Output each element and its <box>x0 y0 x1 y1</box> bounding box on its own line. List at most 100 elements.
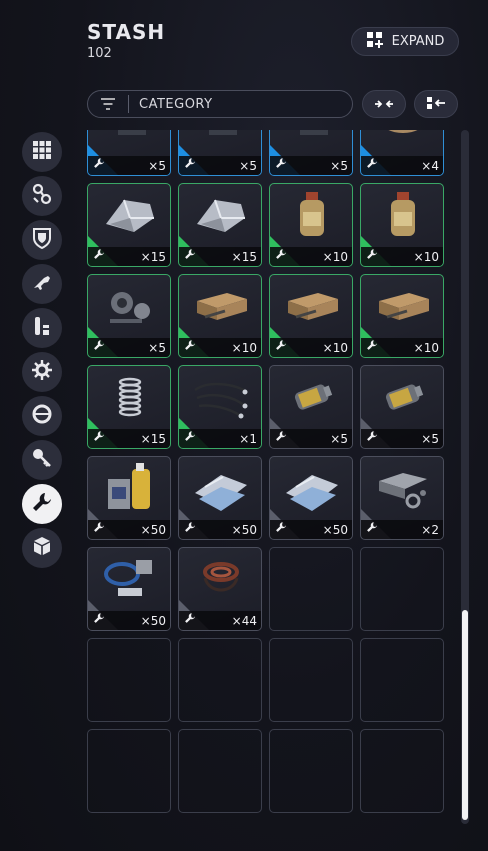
category-sidebar <box>22 132 62 572</box>
chemical-jar-icon <box>373 190 433 242</box>
chemical-jar-icon <box>282 190 342 242</box>
stash-item-slot[interactable]: ×10 <box>269 274 353 358</box>
sidebar-item-ammo[interactable] <box>22 308 62 348</box>
stash-item-slot[interactable]: ×5 <box>269 365 353 449</box>
wrench-icon <box>93 154 105 173</box>
item-quantity: ×5 <box>148 159 166 173</box>
item-quantity: ×10 <box>322 341 348 355</box>
stash-item-slot[interactable]: ×50 <box>269 456 353 540</box>
sidebar-item-shields[interactable] <box>22 220 62 260</box>
spring-icon <box>100 372 160 424</box>
wrench-icon <box>184 609 196 628</box>
empty-slot[interactable] <box>269 547 353 631</box>
item-quantity: ×44 <box>231 614 257 628</box>
empty-slot[interactable] <box>269 638 353 722</box>
stash-item-slot[interactable]: ×44 <box>178 547 262 631</box>
wires-icon <box>191 372 251 424</box>
item-quantity: ×5 <box>148 341 166 355</box>
stash-item-slot[interactable]: ×2 <box>360 456 444 540</box>
sort-button[interactable] <box>414 90 458 118</box>
wrench-icon <box>366 245 378 264</box>
sidebar-item-mods[interactable] <box>22 352 62 392</box>
sort-icon <box>426 95 446 114</box>
item-quantity: ×5 <box>330 159 348 173</box>
item-quantity: ×5 <box>421 432 439 446</box>
item-quantity: ×10 <box>231 341 257 355</box>
sidebar-item-all[interactable] <box>22 132 62 172</box>
stash-item-slot[interactable]: ×10 <box>360 274 444 358</box>
scrollbar-thumb[interactable] <box>462 610 468 820</box>
empty-slot[interactable] <box>87 729 171 813</box>
stash-item-slot[interactable]: ×15 <box>87 365 171 449</box>
box-icon <box>31 535 53 561</box>
stash-item-slot[interactable]: ×50 <box>178 456 262 540</box>
item-quantity: ×50 <box>140 614 166 628</box>
stash-item-slot[interactable]: ×5 <box>87 274 171 358</box>
empty-slot[interactable] <box>178 729 262 813</box>
expand-icon <box>366 31 384 53</box>
item-quantity: ×15 <box>140 250 166 264</box>
expand-button[interactable]: EXPAND <box>351 27 459 56</box>
item-quantity: ×50 <box>322 523 348 537</box>
wrench-icon <box>366 336 378 355</box>
wrench-icon <box>93 609 105 628</box>
sidebar-item-quick-use[interactable] <box>22 396 62 436</box>
wrench-icon <box>184 427 196 446</box>
sidebar-item-weapons[interactable] <box>22 264 62 304</box>
wrench-icon <box>275 518 287 537</box>
stash-item-slot[interactable]: ×5 <box>269 130 353 176</box>
gear-icon <box>31 359 53 385</box>
empty-slot[interactable] <box>178 638 262 722</box>
sidebar-item-keys[interactable] <box>22 440 62 480</box>
empty-slot[interactable] <box>87 638 171 722</box>
stash-item-slot[interactable]: ×15 <box>178 183 262 267</box>
stash-item-slot[interactable]: ×1 <box>178 365 262 449</box>
sidebar-item-misc[interactable] <box>22 528 62 568</box>
empty-slot[interactable] <box>360 547 444 631</box>
sidebar-item-materials[interactable] <box>22 484 62 524</box>
device-box-icon <box>373 281 433 333</box>
sidebar-item-augments[interactable] <box>22 176 62 216</box>
stash-item-slot[interactable]: ×5 <box>178 130 262 176</box>
wrench-icon <box>93 518 105 537</box>
collapse-button[interactable] <box>362 90 406 118</box>
mechanical-parts-icon <box>282 130 342 151</box>
fabric-icon <box>282 463 342 515</box>
stash-count: 102 <box>87 46 112 61</box>
device-box-icon <box>282 281 342 333</box>
wrench-icon <box>275 336 287 355</box>
stash-item-slot[interactable]: ×50 <box>87 547 171 631</box>
item-quantity: ×15 <box>231 250 257 264</box>
grid-icon <box>32 140 52 164</box>
category-filter[interactable]: CATEGORY <box>87 90 353 118</box>
stash-item-slot[interactable]: ×10 <box>269 183 353 267</box>
disc-icon <box>373 130 433 151</box>
stash-title: STASH <box>87 20 166 44</box>
empty-slot[interactable] <box>360 638 444 722</box>
wrench-icon <box>366 154 378 173</box>
item-quantity: ×5 <box>330 432 348 446</box>
augment-icon <box>31 183 53 209</box>
stash-item-slot[interactable]: ×5 <box>87 130 171 176</box>
ring-icon <box>31 403 53 429</box>
wrench-icon <box>275 154 287 173</box>
metal-casing-icon <box>100 190 160 242</box>
stash-item-slot[interactable]: ×10 <box>360 183 444 267</box>
item-quantity: ×10 <box>322 250 348 264</box>
mechanical-parts-icon <box>191 130 251 151</box>
stash-item-slot[interactable]: ×15 <box>87 183 171 267</box>
item-quantity: ×10 <box>413 341 439 355</box>
item-quantity: ×15 <box>140 432 166 446</box>
stash-item-slot[interactable]: ×4 <box>360 130 444 176</box>
device-box-icon <box>191 281 251 333</box>
canister-icon <box>373 372 433 424</box>
scrollbar-track[interactable] <box>461 130 469 824</box>
empty-slot[interactable] <box>269 729 353 813</box>
empty-slot[interactable] <box>360 729 444 813</box>
wrench-icon <box>31 491 53 517</box>
item-quantity: ×10 <box>413 250 439 264</box>
stash-item-slot[interactable]: ×10 <box>178 274 262 358</box>
stash-item-slot[interactable]: ×5 <box>360 365 444 449</box>
stash-item-slot[interactable]: ×50 <box>87 456 171 540</box>
gear-parts-icon <box>100 281 160 333</box>
